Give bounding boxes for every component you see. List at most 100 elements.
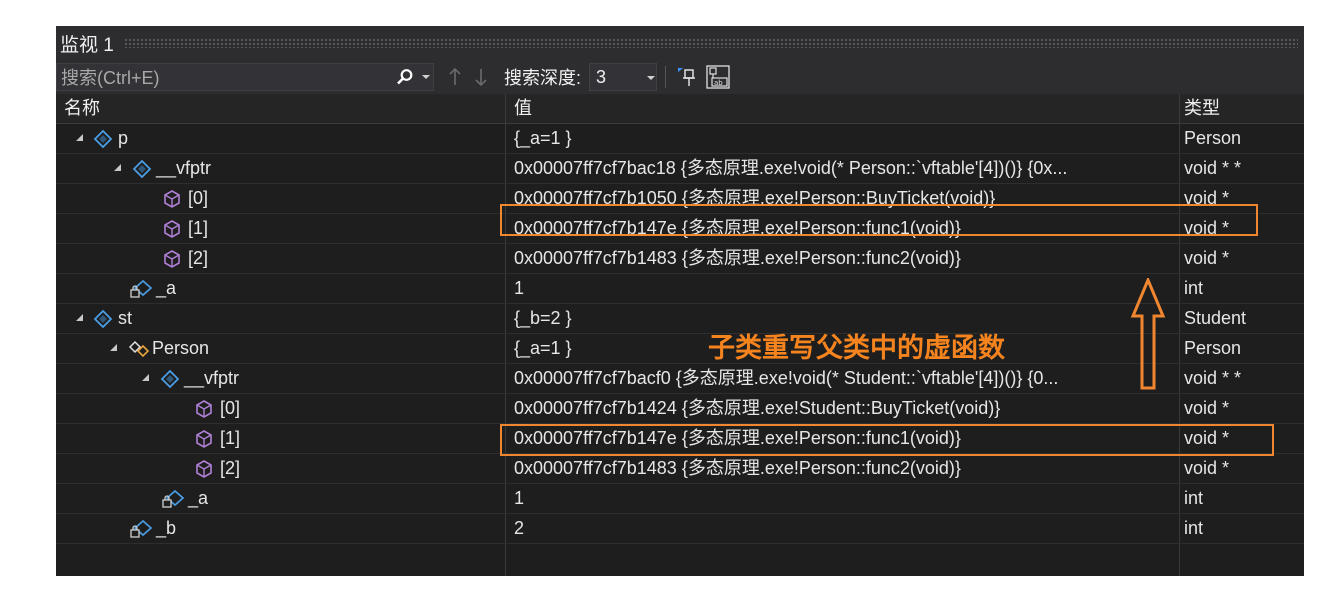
highlight-box (500, 204, 1258, 236)
name-cell: [1] (56, 214, 504, 243)
search-icon[interactable] (391, 63, 419, 91)
name-cell: __vfptr (56, 364, 504, 393)
type-cell: Person (1184, 128, 1242, 148)
column-type-header[interactable]: 类型 (1176, 94, 1220, 123)
window-title: 监视 1 (60, 34, 114, 56)
table-row[interactable]: _a 1 int (56, 484, 1304, 514)
name-cell: _a (56, 274, 504, 303)
table-row[interactable]: [2] 0x00007ff7cf7b1483 {多态原理.exe!Person:… (56, 454, 1304, 484)
type-cell: void * * (1184, 368, 1242, 388)
arrow-down-icon[interactable] (468, 63, 494, 91)
annotation-text: 子类重写父类中的虚函数 (708, 333, 1005, 364)
member-cube-icon (162, 189, 182, 209)
name-cell: st (56, 304, 504, 333)
variable-name: [2] (188, 248, 209, 268)
name-cell: [0] (56, 394, 504, 423)
up-arrow-annotation (1130, 278, 1166, 390)
column-header: 名称 值 类型 (56, 94, 1304, 124)
variable-name: Person (152, 338, 210, 358)
name-cell: Person (56, 334, 504, 363)
variable-name: _a (188, 488, 209, 508)
name-cell: _a (56, 484, 504, 513)
search-depth-select[interactable]: 3 (589, 63, 658, 91)
search-depth-value: 3 (596, 66, 607, 87)
chevron-down-icon[interactable] (646, 67, 656, 88)
table-row[interactable]: __vfptr 0x00007ff7cf7bacf0 {多态原理.exe!voi… (56, 364, 1304, 394)
name-cell: [2] (56, 244, 504, 273)
value-cell[interactable]: {_a=1 } (506, 124, 1180, 153)
column-name-header[interactable]: 名称 (56, 94, 100, 123)
type-cell: int (1184, 518, 1204, 538)
variable-name: __vfptr (156, 158, 212, 178)
variable-name: [0] (188, 188, 209, 208)
name-cell: _b (56, 514, 504, 543)
pin-icon[interactable] (674, 63, 700, 91)
variable-name: [2] (220, 458, 241, 478)
member-cube-icon (162, 249, 182, 269)
object-icon (93, 309, 113, 329)
member-cube-icon (194, 399, 214, 419)
watch-window: 监视 1 搜索(Ctrl+E) 搜索深度: 3 ab 名称 值 类型 p {_a… (56, 26, 1304, 576)
arrow-up-icon[interactable] (442, 63, 468, 91)
type-cell: int (1184, 488, 1204, 508)
name-cell: __vfptr (56, 154, 504, 183)
value-cell[interactable]: 0x00007ff7cf7b1483 {多态原理.exe!Person::fun… (506, 244, 1180, 273)
type-cell: void * (1184, 398, 1230, 418)
base-class-icon (128, 339, 150, 359)
variable-name: __vfptr (184, 368, 240, 388)
type-cell: int (1184, 278, 1204, 298)
table-row[interactable]: [0] 0x00007ff7cf7b1424 {多态原理.exe!Student… (56, 394, 1304, 424)
value-cell[interactable]: 0x00007ff7cf7bacf0 {多态原理.exe!void(* Stud… (506, 364, 1180, 393)
type-cell: Person (1184, 338, 1242, 358)
expand-arrow-icon[interactable] (142, 374, 149, 381)
member-cube-icon (194, 429, 214, 449)
name-cell: [0] (56, 184, 504, 213)
table-row[interactable]: Person {_a=1 } Person (56, 334, 1304, 364)
table-row[interactable]: [2] 0x00007ff7cf7b1483 {多态原理.exe!Person:… (56, 244, 1304, 274)
variable-name: [0] (220, 398, 241, 418)
type-cell: void * (1184, 248, 1230, 268)
protected-field-icon (130, 519, 153, 539)
protected-field-icon (162, 489, 185, 509)
value-cell[interactable]: 1 (506, 274, 1180, 303)
table-row[interactable]: p {_a=1 } Person (56, 124, 1304, 154)
value-cell[interactable]: 1 (506, 484, 1180, 513)
expand-arrow-icon[interactable] (76, 314, 83, 321)
variable-name: p (118, 128, 129, 148)
variable-name: st (118, 308, 133, 328)
name-cell: [1] (56, 424, 504, 453)
type-cell: void * * (1184, 158, 1242, 178)
variable-name: _a (156, 278, 177, 298)
search-box[interactable]: 搜索(Ctrl+E) (56, 63, 434, 91)
expand-arrow-icon[interactable] (110, 344, 117, 351)
value-cell[interactable]: 0x00007ff7cf7bac18 {多态原理.exe!void(* Pers… (506, 154, 1180, 183)
toolbar: 搜索(Ctrl+E) 搜索深度: 3 ab (56, 60, 1304, 94)
table-row[interactable]: st {_b=2 } Student (56, 304, 1304, 334)
type-cell: Student (1184, 308, 1247, 328)
expand-arrow-icon[interactable] (114, 164, 121, 171)
expand-arrow-icon[interactable] (76, 134, 83, 141)
name-cell: [2] (56, 454, 504, 483)
highlight-box (500, 424, 1274, 456)
member-cube-icon (194, 459, 214, 479)
value-cell[interactable]: 2 (506, 514, 1180, 543)
svg-text:ab: ab (714, 79, 723, 87)
table-row[interactable]: _a 1 int (56, 274, 1304, 304)
chevron-down-icon[interactable] (419, 63, 433, 91)
object-icon (93, 129, 113, 149)
column-value-header[interactable]: 值 (506, 94, 532, 123)
variable-name: [1] (220, 428, 241, 448)
value-cell[interactable]: 0x00007ff7cf7b1483 {多态原理.exe!Person::fun… (506, 454, 1180, 483)
object-icon (132, 159, 152, 179)
view-format-icon[interactable]: ab (704, 63, 732, 91)
variable-name: [1] (188, 218, 209, 238)
title-bar[interactable]: 监视 1 (56, 26, 1304, 60)
table-row[interactable]: __vfptr 0x00007ff7cf7bac18 {多态原理.exe!voi… (56, 154, 1304, 184)
type-cell: void * (1184, 458, 1230, 478)
value-cell[interactable]: 0x00007ff7cf7b1424 {多态原理.exe!Student::Bu… (506, 394, 1180, 423)
search-depth-label: 搜索深度: (504, 68, 582, 88)
drag-grip[interactable] (123, 38, 1298, 48)
variable-name: _b (156, 518, 177, 538)
table-row[interactable]: _b 2 int (56, 514, 1304, 544)
search-input[interactable]: 搜索(Ctrl+E) (61, 64, 391, 90)
